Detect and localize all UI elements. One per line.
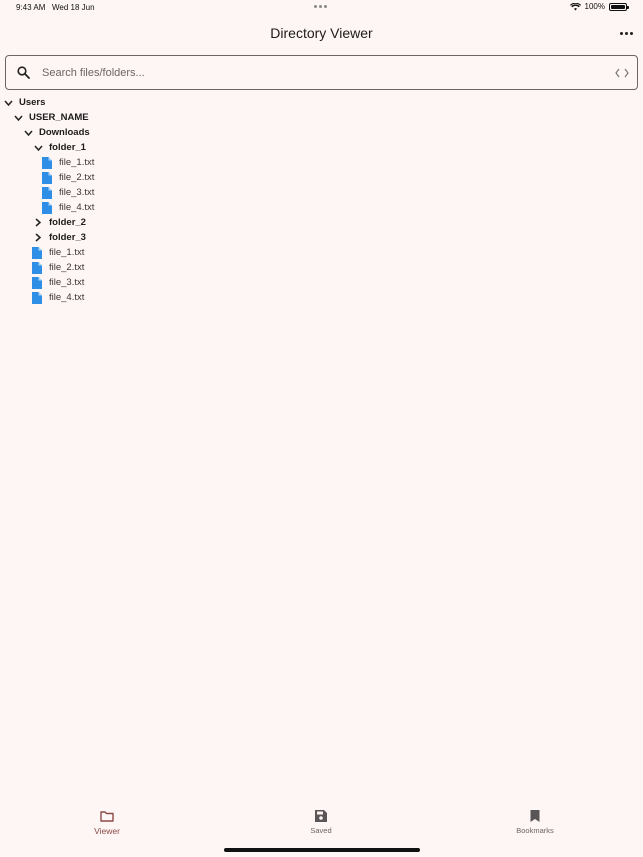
folder-label: folder_3 bbox=[49, 232, 86, 243]
nav-item-saved[interactable]: Saved bbox=[281, 809, 361, 835]
search-bar[interactable] bbox=[5, 55, 638, 90]
nav-label: Viewer bbox=[94, 826, 120, 836]
file-icon bbox=[42, 186, 52, 199]
status-time: 9:43 AM bbox=[16, 3, 46, 12]
home-indicator[interactable] bbox=[224, 848, 420, 852]
battery-percent: 100% bbox=[584, 2, 605, 11]
tree-folder-folder-2[interactable]: folder_2 bbox=[33, 215, 86, 230]
chevron-down-icon bbox=[23, 128, 33, 138]
file-label: file_2.txt bbox=[49, 262, 85, 273]
battery-icon bbox=[609, 2, 629, 11]
nav-item-viewer[interactable]: Viewer bbox=[67, 809, 147, 836]
tree-file[interactable]: file_1.txt bbox=[42, 155, 94, 170]
folder-label: USER_NAME bbox=[29, 112, 89, 123]
file-icon bbox=[32, 276, 42, 289]
folder-label: Downloads bbox=[39, 127, 90, 138]
tree-file[interactable]: file_3.txt bbox=[32, 275, 84, 290]
tree-folder-user-name[interactable]: USER_NAME bbox=[13, 110, 89, 125]
chevron-right-icon bbox=[33, 233, 43, 243]
tree-file[interactable]: file_2.txt bbox=[32, 260, 84, 275]
folder-label: folder_2 bbox=[49, 217, 86, 228]
tree-file[interactable]: file_4.txt bbox=[42, 200, 94, 215]
multitasking-dots-icon[interactable] bbox=[314, 5, 327, 8]
nav-item-bookmarks[interactable]: Bookmarks bbox=[495, 809, 575, 835]
chevron-right-icon bbox=[33, 218, 43, 228]
tree-folder-downloads[interactable]: Downloads bbox=[23, 125, 90, 140]
nav-label: Saved bbox=[310, 826, 332, 835]
folder-label: Users bbox=[19, 97, 46, 108]
code-icon[interactable] bbox=[615, 66, 629, 80]
chevron-down-icon bbox=[13, 113, 23, 123]
save-icon bbox=[314, 809, 328, 823]
folder-label: folder_1 bbox=[49, 142, 86, 153]
page-title: Directory Viewer bbox=[270, 25, 373, 41]
bookmark-icon bbox=[528, 809, 542, 823]
bottom-navigation: Viewer Saved Bookmarks bbox=[0, 800, 643, 845]
search-icon bbox=[16, 66, 30, 80]
nav-label: Bookmarks bbox=[516, 826, 554, 835]
chevron-down-icon bbox=[33, 143, 43, 153]
more-options-button[interactable] bbox=[619, 27, 633, 39]
file-icon bbox=[42, 156, 52, 169]
file-icon bbox=[42, 171, 52, 184]
status-bar: 9:43 AM Wed 18 Jun 100% bbox=[0, 0, 643, 18]
file-label: file_3.txt bbox=[59, 187, 95, 198]
tree-folder-folder-3[interactable]: folder_3 bbox=[33, 230, 86, 245]
folder-icon bbox=[100, 809, 114, 823]
chevron-down-icon bbox=[3, 98, 13, 108]
file-icon bbox=[42, 201, 52, 214]
tree-folder-folder-1[interactable]: folder_1 bbox=[33, 140, 86, 155]
status-right: 100% bbox=[569, 2, 629, 11]
file-label: file_1.txt bbox=[59, 157, 95, 168]
tree-folder-users[interactable]: Users bbox=[3, 95, 45, 110]
status-date: Wed 18 Jun bbox=[52, 3, 95, 12]
file-icon bbox=[32, 261, 42, 274]
file-label: file_4.txt bbox=[59, 202, 95, 213]
file-icon bbox=[32, 246, 42, 259]
tree-file[interactable]: file_3.txt bbox=[42, 185, 94, 200]
wifi-icon bbox=[569, 2, 581, 10]
search-input[interactable] bbox=[42, 56, 615, 89]
file-label: file_4.txt bbox=[49, 292, 85, 303]
tree-file[interactable]: file_4.txt bbox=[32, 290, 84, 305]
file-label: file_1.txt bbox=[49, 247, 85, 258]
file-label: file_3.txt bbox=[49, 277, 85, 288]
file-label: file_2.txt bbox=[59, 172, 95, 183]
tree-file[interactable]: file_2.txt bbox=[42, 170, 94, 185]
file-icon bbox=[32, 291, 42, 304]
tree-file[interactable]: file_1.txt bbox=[32, 245, 84, 260]
